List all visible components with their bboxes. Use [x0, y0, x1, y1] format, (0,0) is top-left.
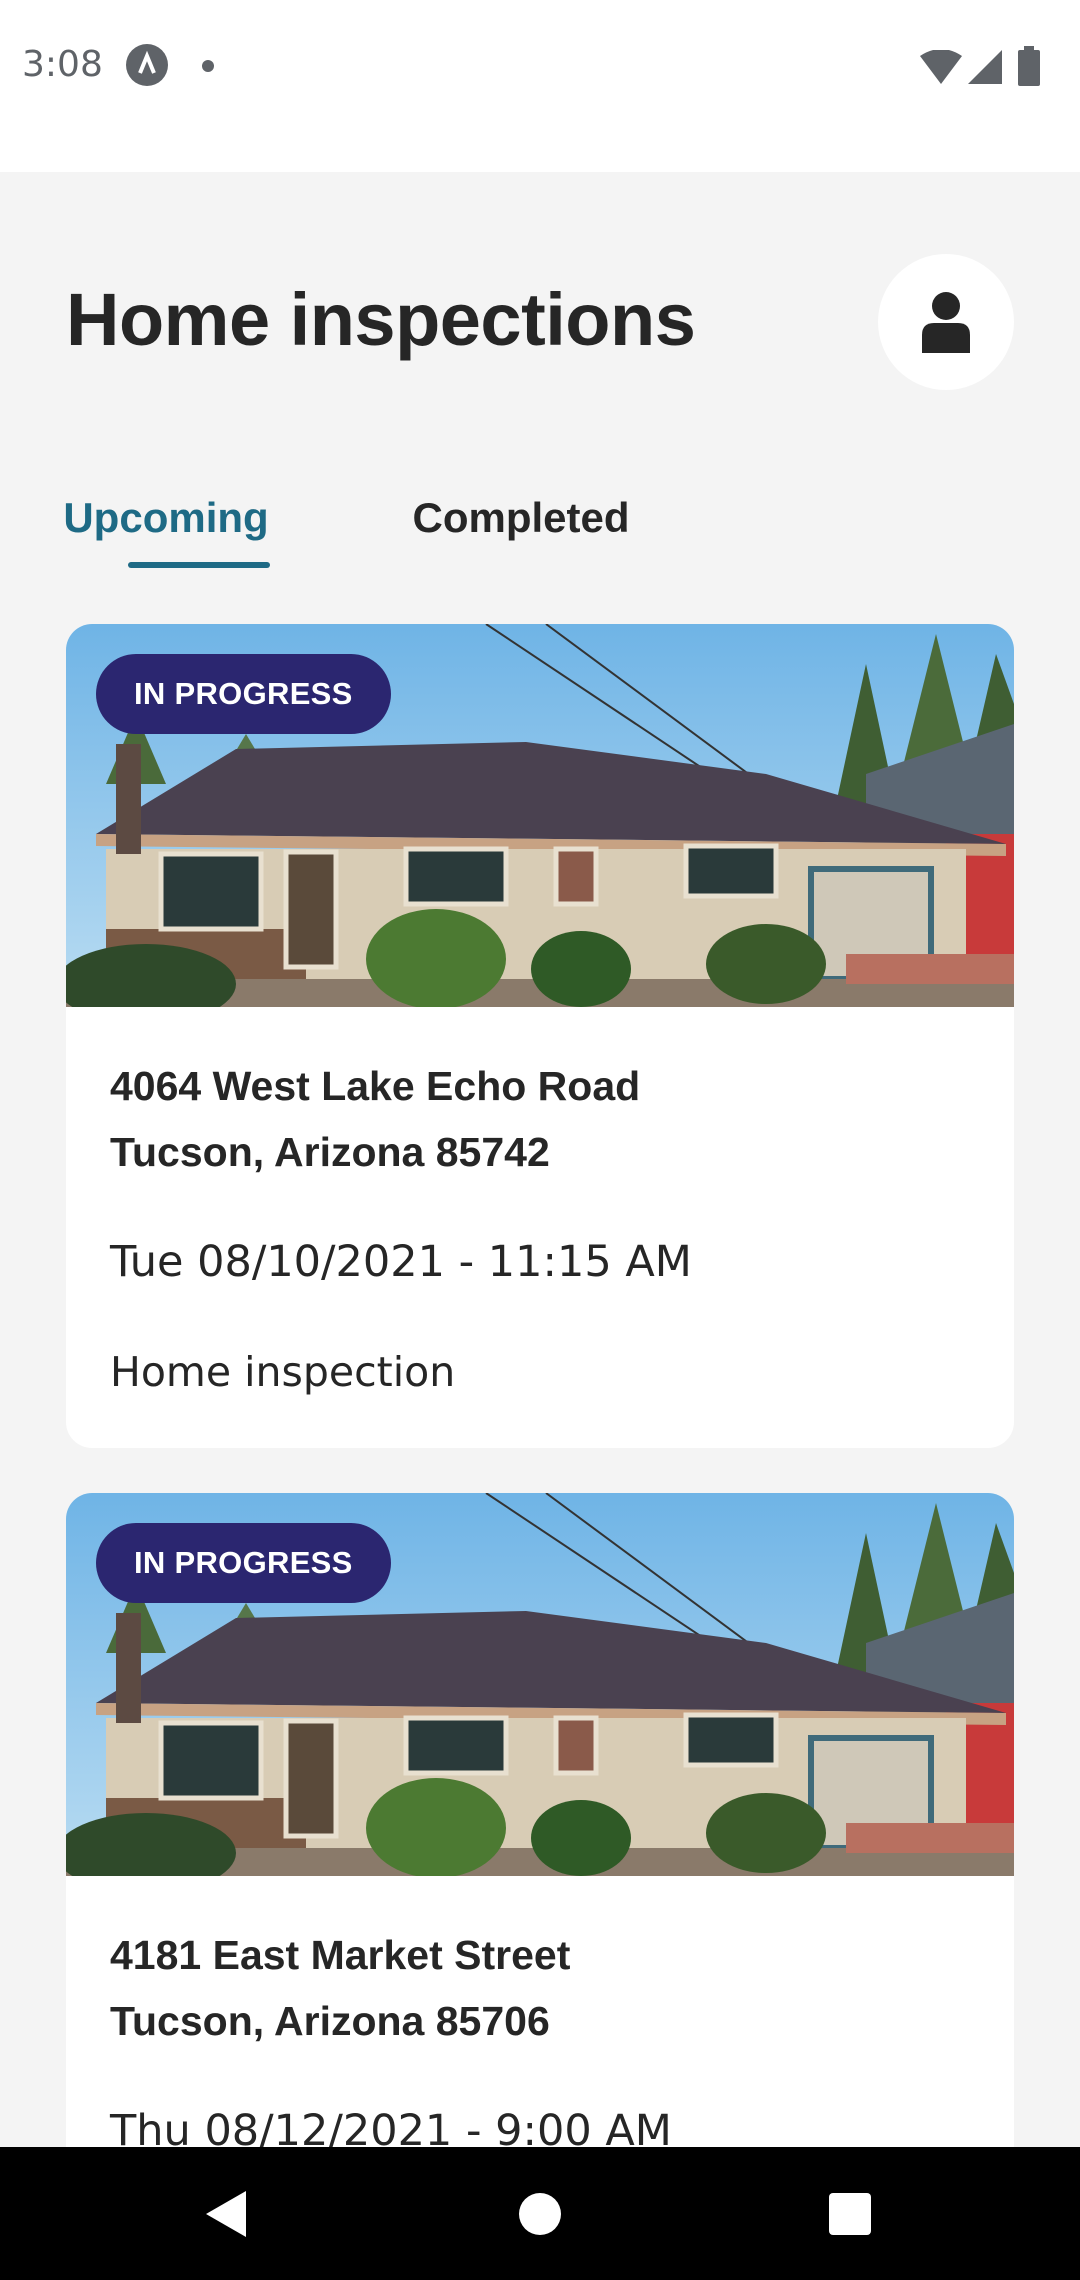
home-icon	[519, 2192, 561, 2235]
cell-signal-icon	[968, 50, 1002, 84]
address-line-1: 4181 East Market Street	[110, 1932, 571, 1978]
tab-label: Completed	[412, 494, 630, 541]
wifi-icon	[920, 50, 962, 84]
home-button[interactable]	[480, 2147, 600, 2280]
house-photo: IN PROGRESS	[66, 1493, 1014, 1876]
tab-completed[interactable]: Completed	[396, 472, 646, 572]
person-icon	[922, 292, 970, 353]
status-time: 3:08	[22, 44, 103, 85]
inspection-card[interactable]: IN PROGRESS 4064 West Lake Echo Road Tuc…	[66, 624, 1014, 1448]
inspection-datetime: Tue 08/10/2021 - 11:15 AM	[110, 1237, 692, 1287]
inspection-type: Home inspection	[110, 1348, 456, 1396]
status-badge: IN PROGRESS	[96, 654, 391, 734]
tab-selected-indicator	[128, 562, 270, 568]
recents-icon	[829, 2192, 871, 2235]
card-body: 4064 West Lake Echo Road Tucson, Arizona…	[66, 1007, 1014, 1405]
tab-upcoming[interactable]: Upcoming	[63, 472, 269, 572]
address-line-2: Tucson, Arizona 85706	[110, 1998, 550, 2044]
dot-icon	[202, 60, 214, 72]
card-body: 4181 East Market Street Tucson, Arizona …	[66, 1876, 1014, 2147]
inspection-card[interactable]: IN PROGRESS 4181 East Market Street Tucs…	[66, 1493, 1014, 2147]
recents-button[interactable]	[790, 2147, 910, 2280]
app-notification-icon	[126, 44, 168, 86]
back-button[interactable]	[165, 2147, 285, 2280]
app-content: Home inspections Upcoming Completed IN P…	[0, 172, 1080, 2147]
navigation-bar	[0, 2147, 1080, 2280]
tab-label: Upcoming	[63, 494, 269, 541]
status-bar: 3:08	[0, 0, 1080, 172]
page-title: Home inspections	[66, 278, 696, 361]
address-line-1: 4064 West Lake Echo Road	[110, 1063, 641, 1109]
house-photo: IN PROGRESS	[66, 624, 1014, 1007]
battery-icon	[1018, 46, 1040, 86]
status-icons	[920, 46, 1060, 86]
status-badge: IN PROGRESS	[96, 1523, 391, 1603]
inspection-datetime: Thu 08/12/2021 - 9:00 AM	[110, 2106, 672, 2147]
address-line-2: Tucson, Arizona 85742	[110, 1129, 550, 1175]
back-icon	[206, 2190, 246, 2237]
profile-button[interactable]	[878, 254, 1014, 390]
tabs: Upcoming Completed	[63, 472, 1014, 572]
